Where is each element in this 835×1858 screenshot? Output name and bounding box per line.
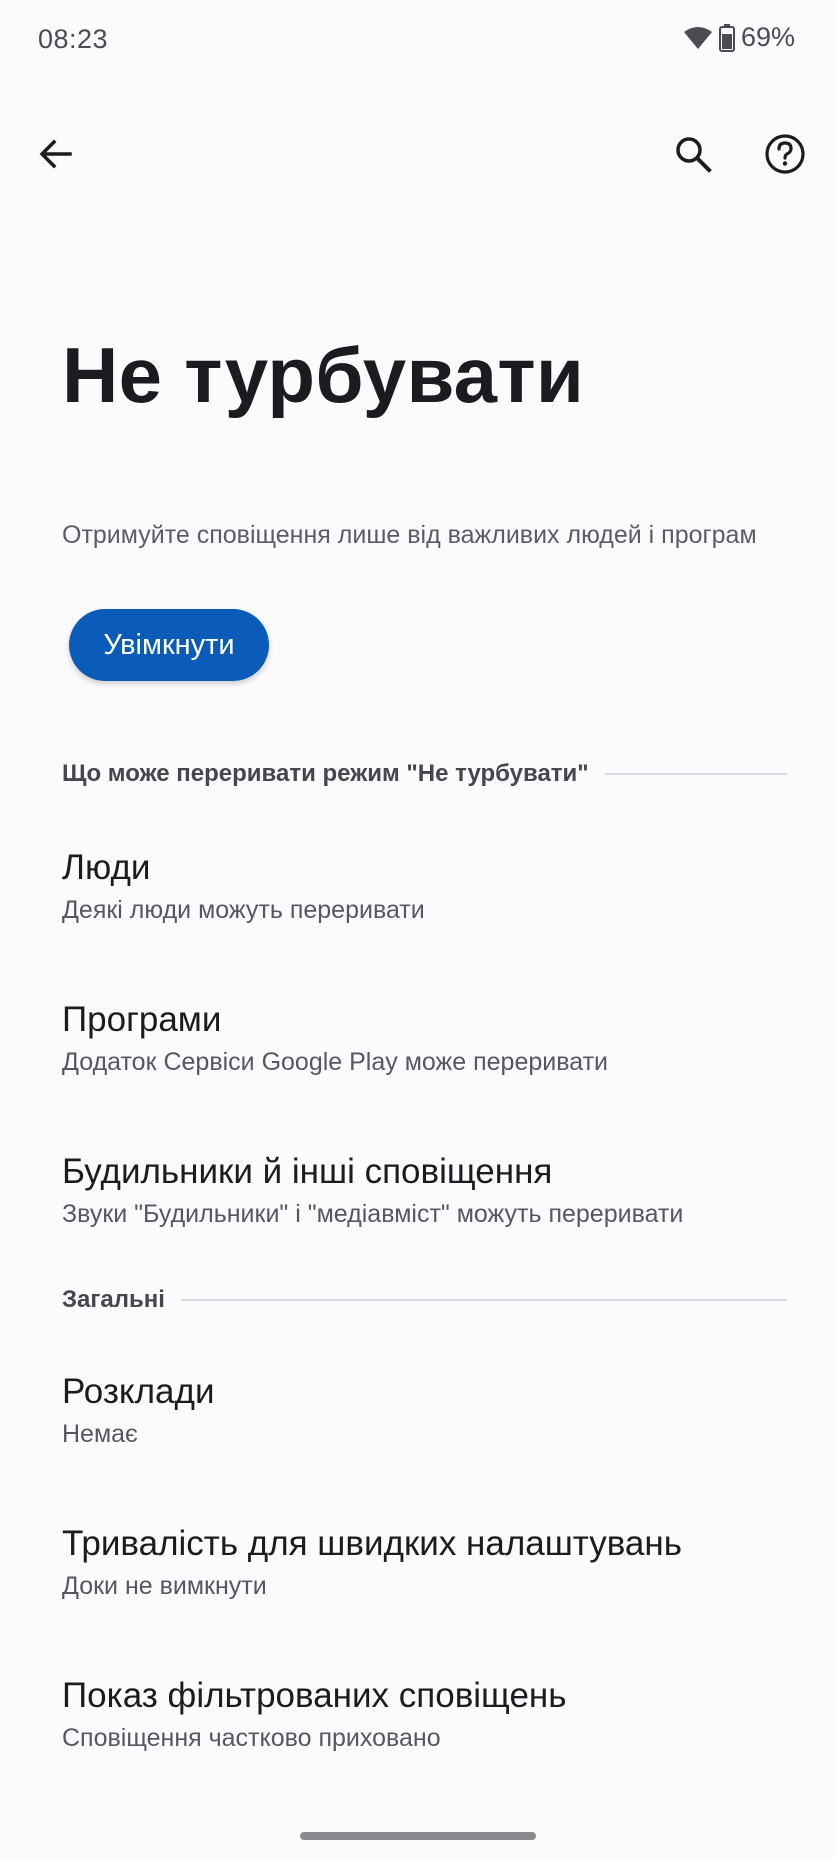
setting-summary: Деякі люди можуть переривати <box>62 896 425 924</box>
section-header-interruptions: Що може переривати режим "Не турбувати" <box>62 760 787 788</box>
setting-summary: Додаток Сервіси Google Play може перерив… <box>62 1048 608 1076</box>
back-button[interactable] <box>24 124 88 188</box>
setting-title: Будильники й інші сповіщення <box>62 1152 553 1191</box>
setting-quick-settings-duration[interactable]: Тривалість для швидких налаштувань Доки … <box>62 1522 822 1604</box>
section-header-label: Загальні <box>62 1286 165 1313</box>
help-circle-icon <box>764 133 806 180</box>
setting-title: Показ фільтрованих сповіщень <box>62 1676 567 1715</box>
section-header-general: Загальні <box>62 1286 787 1314</box>
status-bar: 08:23 69% <box>0 0 835 82</box>
setting-title: Тривалість для швидких налаштувань <box>62 1524 682 1563</box>
help-button[interactable] <box>753 124 817 188</box>
turn-on-button[interactable]: Увімкнути <box>69 609 269 681</box>
setting-people[interactable]: Люди Деякі люди можуть переривати <box>62 846 822 928</box>
setting-title: Програми <box>62 1000 222 1039</box>
setting-filtered-notifications-display[interactable]: Показ фільтрованих сповіщень Сповіщення … <box>62 1674 822 1756</box>
battery-percent: 69% <box>740 22 795 52</box>
section-divider <box>180 1299 787 1301</box>
section-divider <box>604 773 787 775</box>
arrow-back-icon <box>38 136 74 177</box>
section-header-label: Що може переривати режим "Не турбувати" <box>62 760 589 787</box>
setting-title: Розклади <box>62 1372 215 1411</box>
setting-alarms-other[interactable]: Будильники й інші сповіщення Звуки "Буди… <box>62 1150 822 1232</box>
setting-apps[interactable]: Програми Додаток Сервіси Google Play мож… <box>62 998 822 1080</box>
battery-icon <box>718 23 735 52</box>
setting-summary: Немає <box>62 1420 138 1448</box>
setting-schedules[interactable]: Розклади Немає <box>62 1370 822 1452</box>
page-title: Не турбувати <box>62 331 585 419</box>
search-icon <box>674 135 712 178</box>
setting-summary: Доки не вимкнути <box>62 1572 267 1600</box>
search-button[interactable] <box>661 124 725 188</box>
setting-summary: Сповіщення частково приховано <box>62 1724 441 1752</box>
setting-summary: Звуки "Будильники" і "медіавміст" можуть… <box>62 1200 684 1228</box>
status-indicators: 69% <box>683 22 795 53</box>
wifi-icon <box>683 25 713 51</box>
top-app-bar <box>0 112 835 200</box>
gesture-nav-handle[interactable] <box>300 1832 536 1840</box>
status-time: 08:23 <box>38 24 109 54</box>
page-subtitle: Отримуйте сповіщення лише від важливих л… <box>62 521 757 549</box>
setting-title: Люди <box>62 848 151 887</box>
